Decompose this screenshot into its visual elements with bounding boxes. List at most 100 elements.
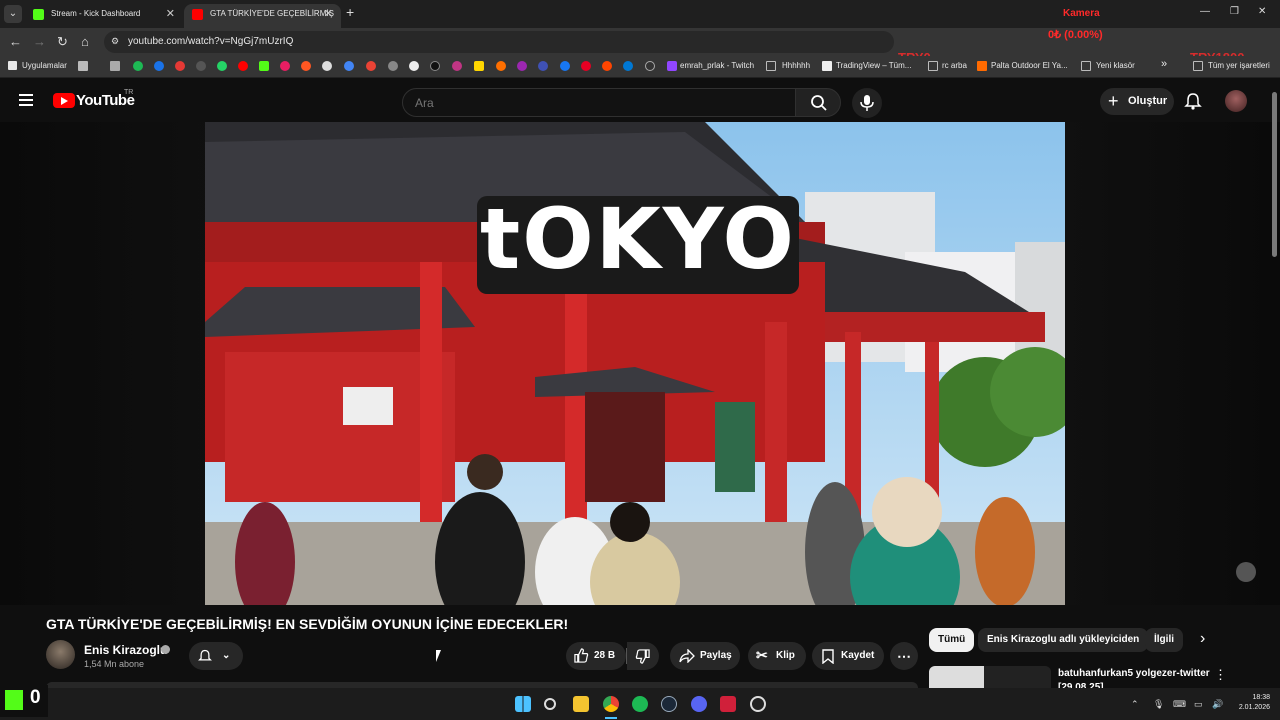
bookmark-twitch[interactable]: emrah_prlak - Twitch: [680, 60, 754, 72]
bookmark-rc-arba[interactable]: rc arba: [942, 60, 967, 72]
system-clock[interactable]: 18:38 2.01.2026: [1234, 693, 1270, 713]
pinterest-icon[interactable]: [581, 61, 591, 71]
related-video-thumbnail[interactable]: [929, 666, 1051, 688]
menu-icon[interactable]: [19, 94, 33, 106]
bookmark-icon[interactable]: [175, 61, 185, 71]
bookmarks-overflow-icon[interactable]: »: [1161, 58, 1167, 70]
tab-kick-dashboard[interactable]: Stream - Kick Dashboard ✕: [25, 4, 183, 28]
bookmark-icon: [977, 61, 987, 71]
tray-overflow-icon[interactable]: ⌃: [1131, 699, 1139, 710]
bookmark-icon[interactable]: [517, 61, 527, 71]
search-icon[interactable]: [544, 698, 556, 710]
video-player[interactable]: tOKYO: [0, 122, 1280, 605]
tiktok-icon[interactable]: [430, 61, 440, 71]
notifications-bell-icon[interactable]: [1184, 92, 1202, 110]
file-explorer-icon[interactable]: [573, 696, 589, 712]
gmail-icon[interactable]: [366, 61, 376, 71]
x-icon[interactable]: [409, 61, 419, 71]
whatsapp-icon[interactable]: [217, 61, 227, 71]
windows-start-icon[interactable]: [515, 696, 531, 712]
close-tab-icon[interactable]: ✕: [324, 4, 333, 24]
bookmark-icon[interactable]: [388, 61, 398, 71]
bookmark-icon[interactable]: [474, 61, 484, 71]
bookmark-icon[interactable]: [301, 61, 311, 71]
close-tab-icon[interactable]: ✕: [166, 4, 175, 24]
create-button[interactable]: + Oluştur: [1100, 88, 1174, 115]
clip-button[interactable]: ✂ Klip: [748, 642, 806, 670]
new-tab-button[interactable]: +: [346, 4, 354, 20]
spotify-icon[interactable]: [133, 61, 143, 71]
close-window-button[interactable]: ✕: [1258, 6, 1266, 17]
verified-icon: [161, 645, 170, 654]
minimize-button[interactable]: —: [1200, 6, 1210, 17]
network-icon[interactable]: ▭: [1194, 699, 1203, 710]
page-scrollbar[interactable]: [1272, 92, 1277, 257]
like-button[interactable]: 28 B: [566, 642, 626, 670]
bookmark-palta-outdoor[interactable]: Palta Outdoor El Ya...: [991, 60, 1068, 72]
save-button[interactable]: Kaydet: [812, 642, 884, 670]
volume-icon[interactable]: 🔊: [1212, 699, 1223, 710]
folder-icon[interactable]: [110, 61, 120, 71]
video-title: GTA TÜRKİYE'DE GEÇEBİLİRMİŞ! EN SEVDİĞİM…: [46, 616, 569, 632]
share-button[interactable]: Paylaş: [670, 642, 740, 670]
channel-name[interactable]: Enis Kirazoglu: [84, 643, 167, 657]
chip-uploader[interactable]: Enis Kirazoglu adlı yükleyiciden: [978, 628, 1149, 652]
back-icon[interactable]: ←: [9, 34, 22, 49]
subscribe-bell-button[interactable]: ⌄: [189, 642, 243, 670]
obs-icon[interactable]: [750, 696, 766, 712]
more-vertical-icon[interactable]: ⋮: [1214, 667, 1227, 683]
youtube-icon[interactable]: [238, 61, 248, 71]
channel-avatar[interactable]: [46, 640, 75, 669]
search-icon: [811, 95, 827, 111]
chevron-right-icon[interactable]: ›: [1200, 630, 1205, 648]
spotify-icon[interactable]: [632, 696, 648, 712]
google-icon[interactable]: [344, 61, 354, 71]
reload-icon[interactable]: ↻: [57, 34, 68, 50]
chip-all[interactable]: Tümü: [929, 628, 975, 652]
bookmark-icon[interactable]: [645, 61, 655, 71]
tab-search-button[interactable]: ⌄: [4, 5, 22, 23]
keyboard-icon[interactable]: ⌨: [1173, 699, 1186, 710]
microphone-icon[interactable]: 🎙: [1153, 699, 1164, 710]
bookmark-icon[interactable]: [538, 61, 548, 71]
instagram-icon[interactable]: [452, 61, 462, 71]
chrome-icon[interactable]: [603, 696, 619, 712]
discord-icon[interactable]: [691, 696, 707, 712]
search-input[interactable]: [402, 88, 796, 117]
site-info-icon[interactable]: ⚙: [111, 36, 119, 47]
reddit-icon[interactable]: [602, 61, 612, 71]
bookmark-apps[interactable]: Uygulamalar: [22, 60, 67, 72]
floating-avatar[interactable]: [1236, 562, 1256, 582]
kick-icon[interactable]: [259, 61, 269, 71]
tab-youtube[interactable]: GTA TÜRKİYE'DE GEÇEBİLİRMİŞ ✕: [184, 4, 341, 28]
facebook-icon[interactable]: [560, 61, 570, 71]
bookmark-icon[interactable]: [623, 61, 633, 71]
youtube-logo-icon[interactable]: [53, 93, 75, 108]
bookmark-all[interactable]: Tüm yer işaretleri: [1208, 60, 1270, 72]
related-video-title[interactable]: batuhanfurkan5 yolgezer-twitter: [1058, 668, 1210, 679]
video-frame[interactable]: tOKYO: [205, 122, 1065, 605]
chrome-icon[interactable]: [322, 61, 332, 71]
account-avatar[interactable]: [1225, 90, 1247, 112]
thumbs-up-icon: [574, 648, 589, 663]
bookmark-icon[interactable]: [280, 61, 290, 71]
app-icon[interactable]: [720, 696, 736, 712]
bookmark-icon[interactable]: [154, 61, 164, 71]
grid-icon[interactable]: [78, 61, 88, 71]
voice-search-button[interactable]: [852, 88, 882, 118]
more-actions-button[interactable]: ⋯: [890, 642, 918, 670]
bookmark-folder-hhhhhh[interactable]: Hhhhhh: [782, 60, 810, 72]
restore-button[interactable]: ❐: [1230, 6, 1239, 17]
bookmark-tradingview[interactable]: TradingView – Tüm...: [836, 60, 911, 72]
bookmark-icon[interactable]: [196, 61, 206, 71]
bookmark-icon[interactable]: [496, 61, 506, 71]
forward-icon[interactable]: →: [33, 34, 46, 49]
bookmark-folder-new[interactable]: Yeni klasör: [1096, 60, 1135, 72]
twitch-icon: [667, 61, 677, 71]
home-icon[interactable]: ⌂: [81, 34, 89, 49]
chip-related[interactable]: İlgili: [1145, 628, 1183, 652]
dislike-button[interactable]: [627, 642, 659, 670]
steam-icon[interactable]: [661, 696, 677, 712]
search-button[interactable]: [795, 88, 841, 117]
thumbs-down-icon: [635, 649, 650, 664]
